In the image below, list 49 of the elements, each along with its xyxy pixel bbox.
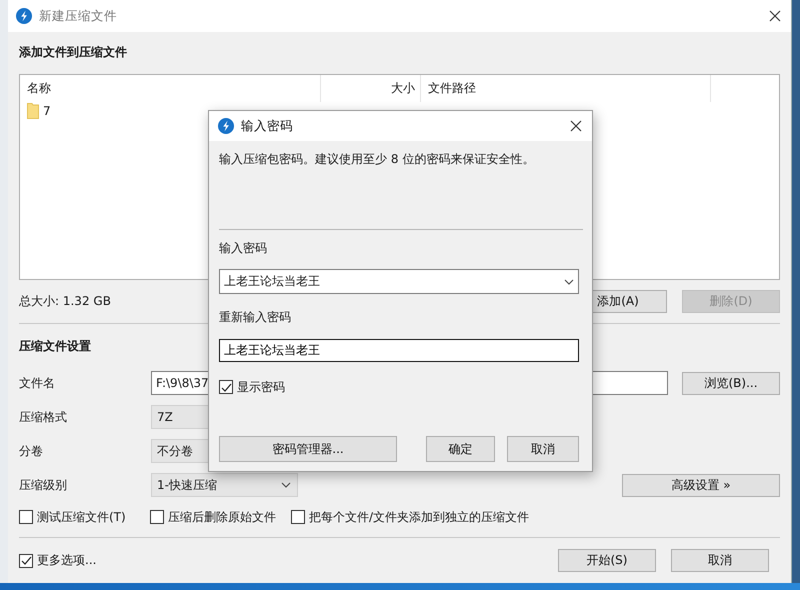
- field-label: 输入密码: [219, 240, 268, 257]
- advanced-settings-button[interactable]: 高级设置 »: [622, 474, 780, 496]
- field-label: 压缩格式: [19, 408, 68, 426]
- dropdown-value: 1-快速压缩: [157, 476, 217, 494]
- checkbox[interactable]: [291, 510, 305, 524]
- app-logo-icon: [16, 8, 32, 24]
- caret-icon: [281, 482, 291, 488]
- dropdown-value: 不分卷: [157, 442, 193, 460]
- dialog-title: 输入密码: [241, 118, 293, 134]
- field-label: 压缩级别: [19, 476, 68, 494]
- app-logo-icon: [218, 118, 234, 134]
- password-field[interactable]: 上老王论坛当老王: [219, 269, 579, 294]
- checkbox-label: 测试压缩文件(T): [37, 508, 126, 526]
- section-heading: 压缩文件设置: [19, 338, 91, 355]
- hint-text: 输入压缩包密码。建议使用至少 8 位的密码来保证安全性。: [219, 151, 536, 168]
- file-name: 7: [43, 103, 51, 120]
- checkbox-label: 更多选项...: [37, 552, 96, 569]
- column-header[interactable]: 名称: [20, 75, 321, 102]
- browse-button[interactable]: 浏览(B)...: [682, 372, 780, 394]
- cancel-button[interactable]: 取消: [507, 436, 579, 462]
- total-size: 总大小: 1.32 GB: [19, 293, 111, 310]
- caret-icon: [564, 278, 574, 284]
- checkbox[interactable]: [19, 510, 33, 524]
- folder-icon: [27, 103, 39, 119]
- cancel-button[interactable]: 取消: [671, 549, 769, 572]
- section-heading: 添加文件到压缩文件: [19, 44, 127, 61]
- dropdown-value: 7Z: [157, 410, 173, 424]
- checkbox[interactable]: [150, 510, 164, 524]
- password-value: 上老王论坛当老王: [224, 273, 320, 290]
- checkmark-icon: [220, 382, 232, 392]
- checkbox[interactable]: [19, 554, 33, 568]
- start-button[interactable]: 开始(S): [558, 549, 656, 572]
- column-header[interactable]: 大小: [321, 75, 421, 102]
- checkbox-label: 把每个文件/文件夹添加到独立的压缩文件: [309, 508, 530, 526]
- password-manager-button[interactable]: 密码管理器...: [219, 436, 397, 462]
- field-label: 文件名: [19, 374, 56, 392]
- field-label: 重新输入密码: [219, 309, 292, 326]
- ok-button[interactable]: 确定: [426, 436, 495, 462]
- field-label: 分卷: [19, 442, 44, 460]
- column-header[interactable]: 文件路径: [421, 75, 711, 102]
- close-icon[interactable]: [570, 120, 582, 132]
- checkbox-label: 压缩后删除原始文件: [168, 508, 276, 526]
- confirm-password-field[interactable]: 上老王论坛当老王: [219, 339, 579, 362]
- window-title: 新建压缩文件: [39, 8, 117, 24]
- checkbox[interactable]: [219, 380, 233, 394]
- checkmark-icon: [20, 555, 32, 566]
- dropdown[interactable]: 1-快速压缩: [151, 473, 298, 497]
- checkbox-label: 显示密码: [237, 378, 285, 396]
- close-icon[interactable]: [769, 10, 781, 22]
